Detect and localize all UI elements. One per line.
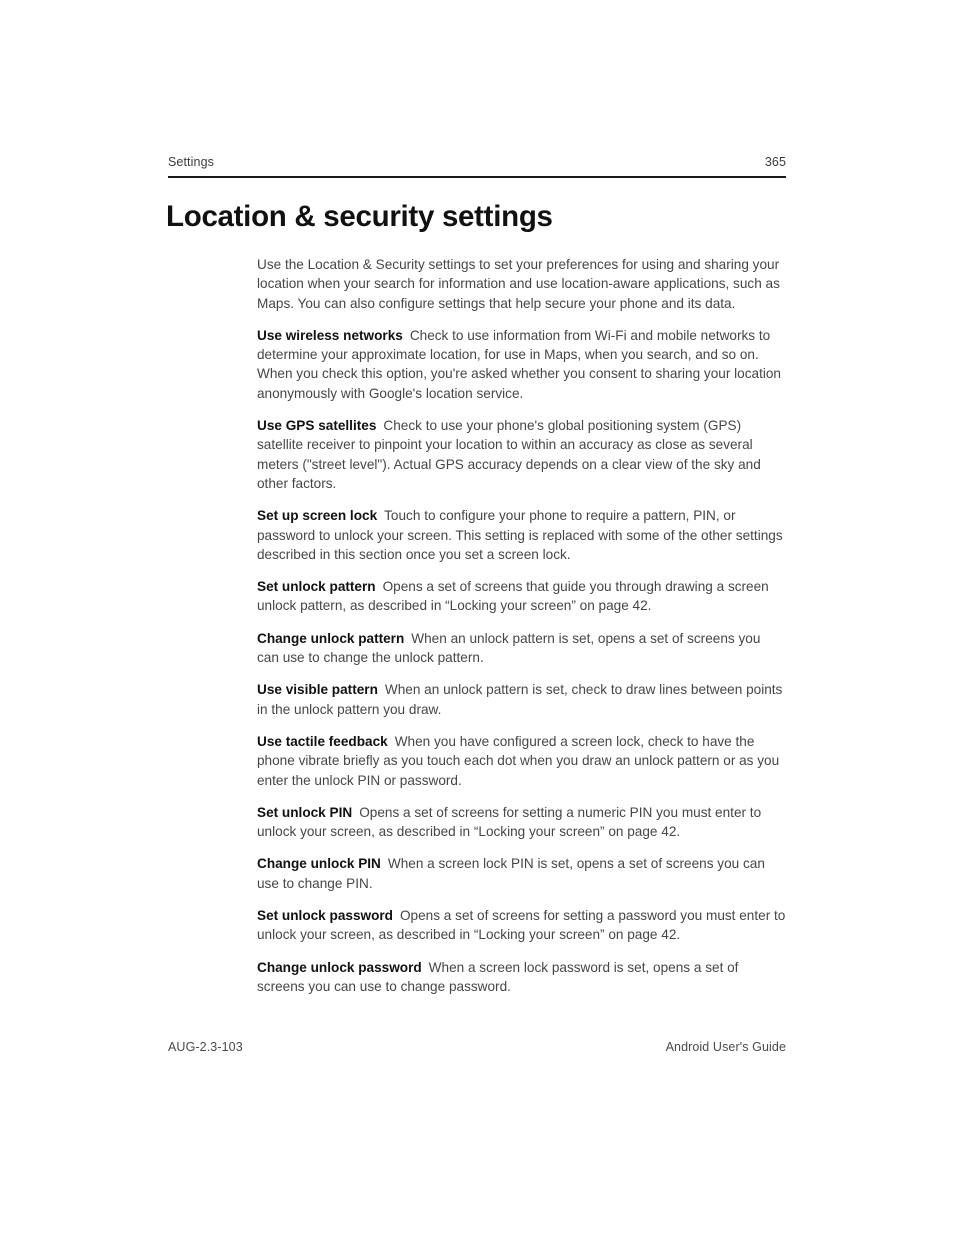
setting-term: Change unlock pattern bbox=[257, 630, 405, 646]
document-page: Settings 365 Location & security setting… bbox=[0, 0, 954, 1235]
setting-term: Change unlock password bbox=[257, 959, 422, 975]
setting-entry-list: Use wireless networks Check to use inform… bbox=[257, 326, 786, 996]
footer-document-title: Android User's Guide bbox=[665, 1040, 786, 1054]
setting-term: Use tactile feedback bbox=[257, 733, 388, 749]
setting-entry: Set unlock pattern Opens a set of screens… bbox=[257, 577, 786, 616]
setting-entry: Use tactile feedback When you have config… bbox=[257, 732, 786, 790]
setting-term: Change unlock PIN bbox=[257, 856, 381, 872]
setting-term: Set unlock password bbox=[257, 908, 393, 924]
setting-entry: Use wireless networks Check to use inform… bbox=[257, 326, 786, 403]
setting-entry: Set unlock password Opens a set of screen… bbox=[257, 906, 786, 945]
setting-term: Use wireless networks bbox=[257, 327, 403, 343]
setting-term: Set unlock pattern bbox=[257, 579, 376, 595]
header-section-label: Settings bbox=[168, 155, 214, 169]
footer-document-code: AUG-2.3-103 bbox=[168, 1040, 243, 1054]
running-header: Settings 365 bbox=[168, 155, 786, 169]
setting-term: Use GPS satellites bbox=[257, 418, 377, 434]
page-title: Location & security settings bbox=[166, 200, 553, 233]
setting-entry: Change unlock password When a screen lock… bbox=[257, 958, 786, 997]
intro-paragraph: Use the Location & Security settings to … bbox=[257, 257, 780, 311]
setting-entry: Use GPS satellites Check to use your phon… bbox=[257, 416, 786, 493]
setting-entry: Set up screen lock Touch to configure you… bbox=[257, 506, 786, 564]
body-content: Use the Location & Security settings to … bbox=[257, 255, 786, 996]
setting-entry: Use visible pattern When an unlock patter… bbox=[257, 680, 786, 719]
running-footer: AUG-2.3-103 Android User's Guide bbox=[168, 1040, 786, 1054]
setting-term: Use visible pattern bbox=[257, 682, 378, 698]
setting-entry: Set unlock PIN Opens a set of screens for… bbox=[257, 803, 786, 842]
header-page-number: 365 bbox=[764, 155, 786, 169]
setting-entry: Change unlock PIN When a screen lock PIN … bbox=[257, 854, 786, 893]
setting-entry: Change unlock pattern When an unlock patt… bbox=[257, 629, 786, 668]
header-divider bbox=[168, 176, 786, 178]
setting-term: Set unlock PIN bbox=[257, 804, 353, 820]
setting-term: Set up screen lock bbox=[257, 508, 378, 524]
